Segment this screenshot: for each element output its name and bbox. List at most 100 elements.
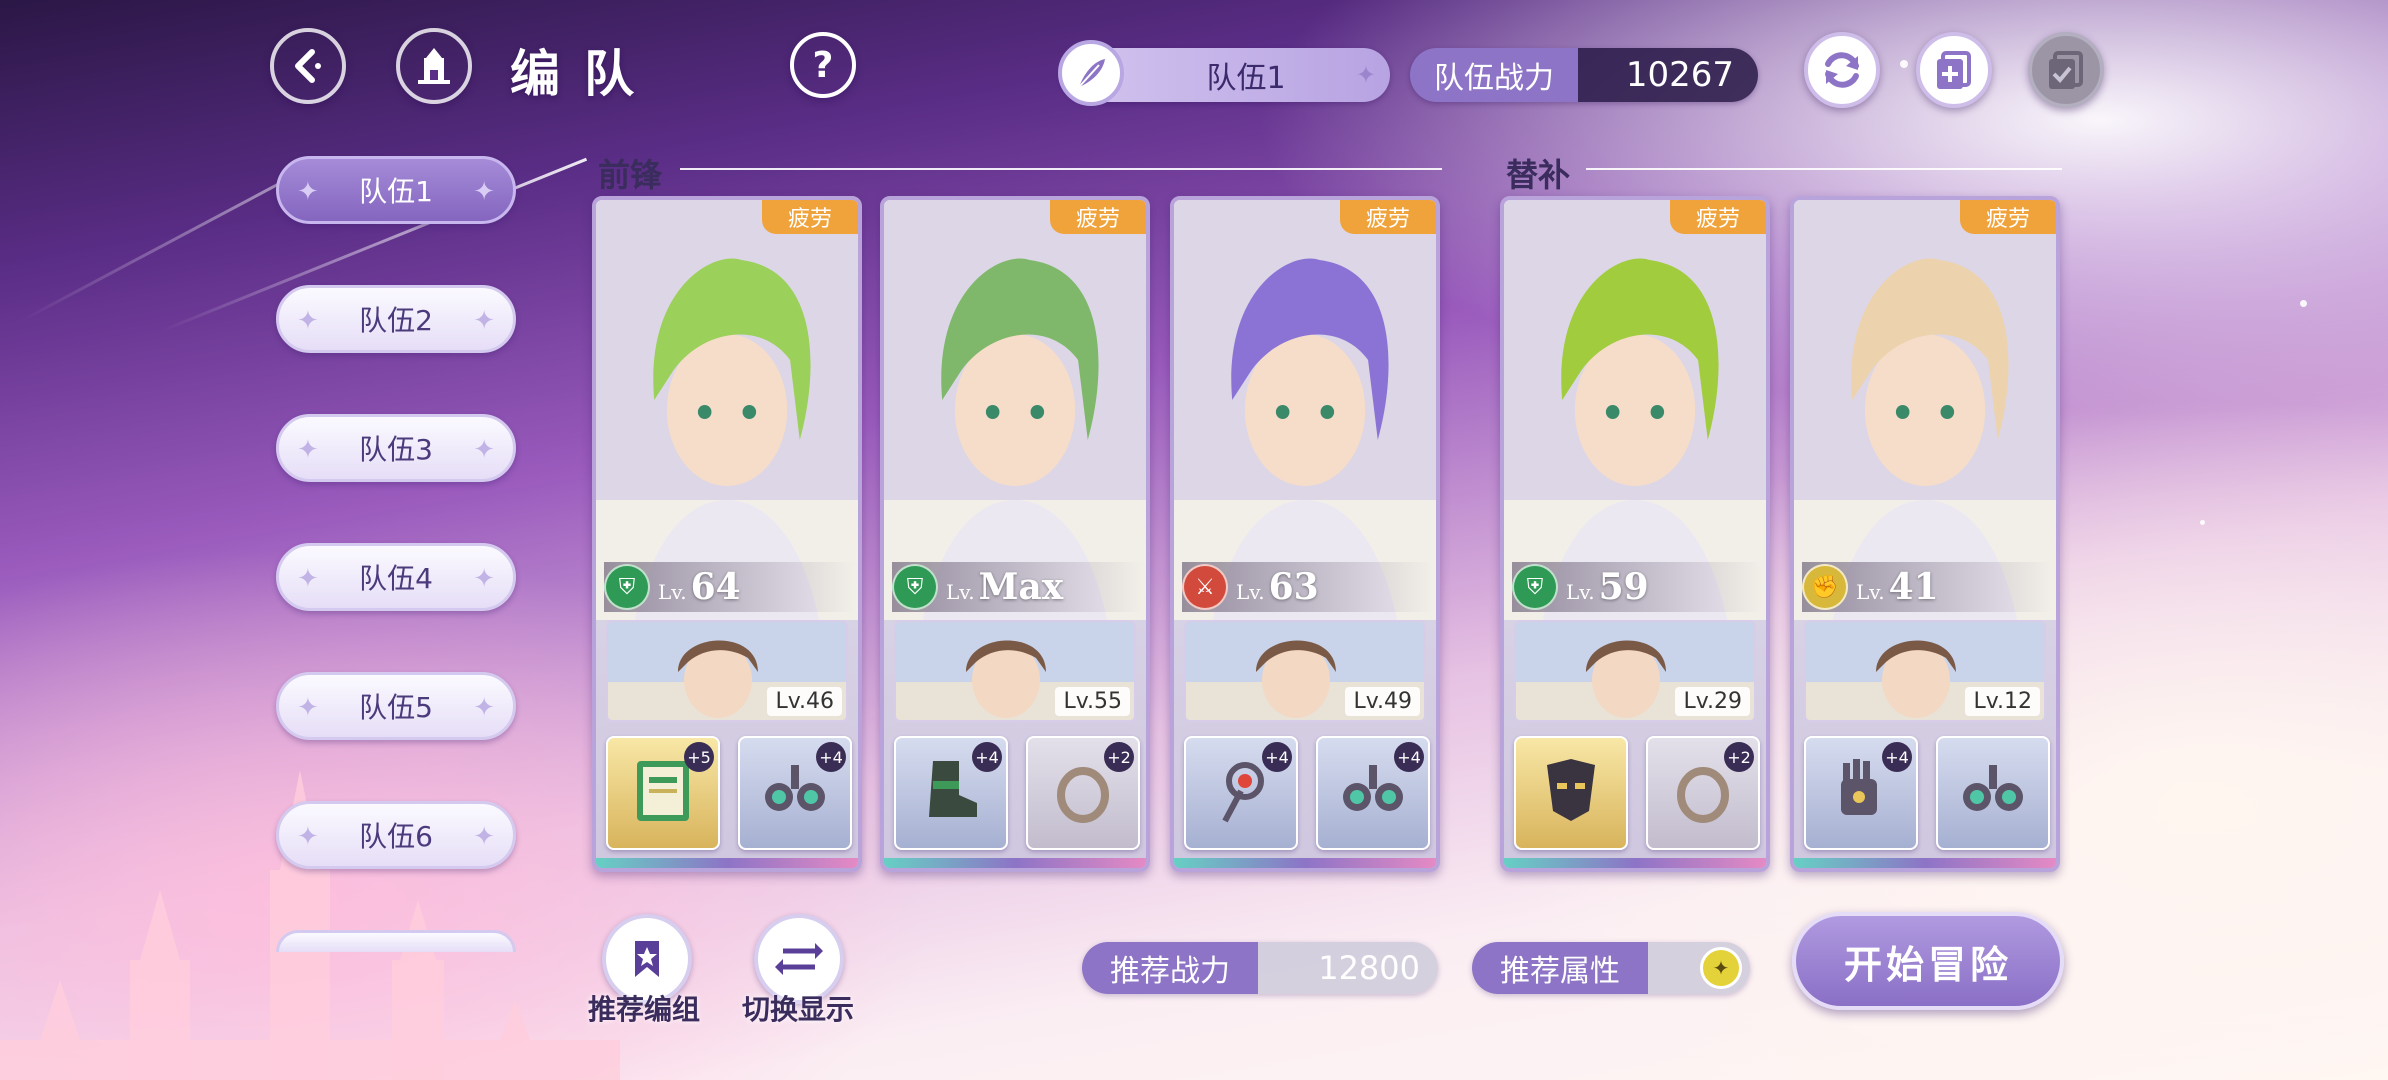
- equipment-slot[interactable]: +4: [894, 736, 1008, 850]
- card-rarity-strip: [1504, 858, 1766, 868]
- help-button[interactable]: ?: [790, 32, 856, 98]
- level-prefix: Lv.: [1856, 580, 1885, 604]
- save-team-button[interactable]: [2028, 32, 2104, 108]
- start-adventure-button[interactable]: 开始冒险: [1792, 912, 2064, 1010]
- card-rarity-strip: [884, 858, 1146, 868]
- fist-attribute-icon: ✦: [1700, 947, 1742, 989]
- shield-attribute-icon: ⛨: [604, 564, 650, 610]
- fist-attribute-icon: ✊: [1802, 564, 1848, 610]
- character-level: 63: [1268, 566, 1319, 608]
- refresh-button[interactable]: [1804, 32, 1880, 108]
- enhance-level: +4: [816, 742, 846, 772]
- team-power: 队伍战力 10267: [1410, 48, 1758, 102]
- enhance-level: +4: [1394, 742, 1424, 772]
- team-tab-2[interactable]: ✦ 队伍2 ✦: [276, 285, 516, 353]
- team-tab-4[interactable]: ✦ 队伍4 ✦: [276, 543, 516, 611]
- team-tab-label: 队伍1: [359, 175, 433, 208]
- equipment-slot[interactable]: +2: [1646, 736, 1760, 850]
- front-section-title: 前锋: [598, 156, 663, 194]
- shield-attribute-icon: ⛨: [892, 564, 938, 610]
- equipment-slot[interactable]: +4: [738, 736, 852, 850]
- character-card-4[interactable]: 疲劳 ⛨ Lv. 59 Lv.29 +2: [1500, 196, 1770, 872]
- card-rarity-strip: [596, 858, 858, 868]
- support-character[interactable]: Lv.12: [1804, 620, 2046, 722]
- star-icon: ✦: [473, 435, 495, 465]
- equipment-slot[interactable]: +4: [1316, 736, 1430, 850]
- help-icon: ?: [812, 44, 834, 86]
- support-level: Lv.12: [1965, 687, 2040, 716]
- enhance-level: +4: [1262, 742, 1292, 772]
- equipment-slot[interactable]: +4: [1804, 736, 1918, 850]
- back-button[interactable]: [270, 28, 346, 104]
- support-character[interactable]: Lv.49: [1184, 620, 1426, 722]
- team-tab-label: 队伍2: [359, 304, 433, 337]
- fatigue-badge: 疲劳: [1960, 200, 2056, 234]
- recommended-power: 推荐战力 12800: [1082, 942, 1438, 994]
- switch-display-label: 切换显示: [742, 993, 855, 1026]
- card-rarity-strip: [1174, 858, 1436, 868]
- star-icon: ✦: [297, 177, 319, 207]
- castle-icon: [418, 48, 450, 84]
- add-team-button[interactable]: [1916, 32, 1992, 108]
- recommended-attribute[interactable]: 推荐属性 ✦: [1472, 942, 1750, 994]
- feather-icon: [1078, 59, 1105, 88]
- support-character[interactable]: Lv.29: [1514, 620, 1756, 722]
- character-level: 64: [690, 566, 741, 608]
- back-icon: [295, 49, 321, 83]
- support-level: Lv.46: [767, 687, 842, 716]
- character-card-1[interactable]: 疲劳 ⛨ Lv. 64 Lv.46 +5 +4: [592, 196, 862, 872]
- star-icon: ✦: [473, 693, 495, 723]
- level-row: ⚔ Lv. 63: [1182, 562, 1432, 612]
- team-tab-label: 队伍6: [359, 820, 433, 853]
- star-icon: ✦: [473, 177, 495, 207]
- team-tab-3[interactable]: ✦ 队伍3 ✦: [276, 414, 516, 482]
- recommended-power-label: 推荐战力: [1082, 942, 1258, 994]
- current-team-name: 队伍1: [1206, 61, 1286, 96]
- star-icon: ✦: [297, 564, 319, 594]
- enhance-level: +4: [972, 742, 1002, 772]
- level-prefix: Lv.: [1236, 580, 1265, 604]
- castle-silhouette: [0, 770, 620, 1080]
- mask-icon: [1531, 751, 1611, 835]
- fatigue-badge: 疲劳: [1670, 200, 1766, 234]
- enhance-level: +2: [1104, 742, 1134, 772]
- enhance-level: +5: [684, 742, 714, 772]
- character-portrait: [1794, 200, 2056, 620]
- equipment-slot[interactable]: +4: [1184, 736, 1298, 850]
- star-icon: ✦: [473, 306, 495, 336]
- fatigue-badge: 疲劳: [762, 200, 858, 234]
- support-character[interactable]: Lv.46: [606, 620, 848, 722]
- level-row: ⛨ Lv. 64: [604, 562, 854, 612]
- team-power-value: 10267: [1578, 48, 1758, 102]
- team-tab-partial[interactable]: [276, 930, 516, 952]
- equipment-slot[interactable]: [1514, 736, 1628, 850]
- character-portrait: [1504, 200, 1766, 620]
- character-card-2[interactable]: 疲劳 ⛨ Lv. Max Lv.55 +4 +2: [880, 196, 1150, 872]
- team-tab-1[interactable]: ✦ 队伍1 ✦: [276, 156, 516, 224]
- team-tab-6[interactable]: ✦ 队伍6 ✦: [276, 801, 516, 869]
- recommended-power-value: 12800: [1258, 942, 1438, 994]
- level-prefix: Lv.: [658, 580, 687, 604]
- level-prefix: Lv.: [1566, 580, 1595, 604]
- guild-button[interactable]: [396, 28, 472, 104]
- sub-section-title: 替补: [1506, 156, 1571, 194]
- equipment-slot[interactable]: +2: [1026, 736, 1140, 850]
- equipment-slot[interactable]: +5: [606, 736, 720, 850]
- character-portrait: [1174, 200, 1436, 620]
- support-character[interactable]: Lv.55: [894, 620, 1136, 722]
- team-tab-5[interactable]: ✦ 队伍5 ✦: [276, 672, 516, 740]
- bookmark-icon: [635, 941, 659, 977]
- character-card-3[interactable]: 疲劳 ⚔ Lv. 63 Lv.49 +4 +4: [1170, 196, 1440, 872]
- equipment-slot[interactable]: [1936, 736, 2050, 850]
- enhance-level: +4: [1882, 742, 1912, 772]
- swap-icon: [775, 943, 823, 975]
- character-portrait: [884, 200, 1146, 620]
- character-level: Max: [978, 566, 1064, 608]
- sword-attribute-icon: ⚔: [1182, 564, 1228, 610]
- sub-section-divider: [1586, 168, 2062, 170]
- fatigue-badge: 疲劳: [1340, 200, 1436, 234]
- star-icon: ✦: [1355, 61, 1376, 89]
- character-card-5[interactable]: 疲劳 ✊ Lv. 41 Lv.12 +4: [1790, 196, 2060, 872]
- support-level: Lv.49: [1345, 687, 1420, 716]
- character-level: 59: [1598, 566, 1649, 608]
